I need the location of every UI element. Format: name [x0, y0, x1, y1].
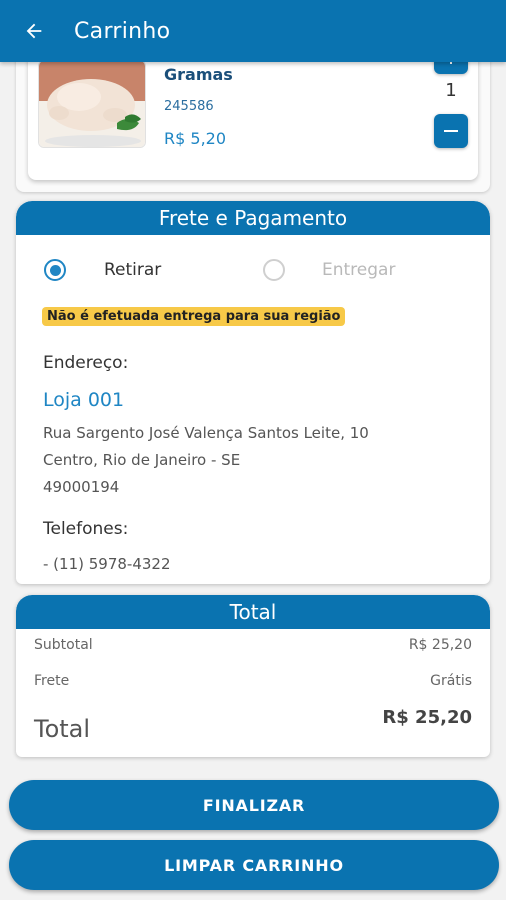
address-label: Endereço: — [43, 353, 129, 373]
delivery-warning-badge: Não é efetuada entrega para sua região — [42, 307, 346, 326]
delivery-options: Retirar Entregar — [44, 257, 464, 283]
pickup-label[interactable]: Retirar — [104, 260, 161, 280]
shipping-row: Frete Grátis — [34, 673, 472, 689]
address-city: Centro, Rio de Janeiro - SE — [43, 451, 241, 469]
address-zip: 49000194 — [43, 478, 120, 496]
phones-label: Telefones: — [43, 519, 129, 539]
clear-cart-button[interactable]: LIMPAR CARRINHO — [9, 840, 499, 890]
app-bar: Carrinho — [0, 0, 506, 62]
quantity-decrease-button[interactable] — [434, 114, 468, 148]
shipping-label: Frete — [34, 673, 70, 689]
product-price: R$ 5,20 — [164, 129, 227, 148]
finalize-button[interactable]: FINALIZAR — [9, 780, 499, 830]
total-header: Total — [16, 595, 490, 629]
quantity-value: 1 — [445, 80, 457, 101]
store-name: Loja 001 — [43, 389, 125, 411]
address-street: Rua Sargento José Valença Santos Leite, … — [43, 424, 369, 442]
grand-total-label: Total — [34, 715, 91, 743]
page-title: Carrinho — [74, 18, 171, 44]
subtotal-label: Subtotal — [34, 637, 93, 653]
product-image — [38, 60, 146, 148]
total-section: Total Subtotal R$ 25,20 Frete Grátis Tot… — [16, 595, 490, 757]
shipping-value: Grátis — [430, 673, 472, 689]
shipping-payment-section: Frete e Pagamento Retirar Entregar Não é… — [16, 201, 490, 584]
back-button[interactable] — [14, 11, 54, 51]
arrow-left-icon — [26, 23, 42, 39]
grand-total-value: R$ 25,20 — [382, 707, 472, 728]
subtotal-row: Subtotal R$ 25,20 — [34, 637, 472, 653]
subtotal-value: R$ 25,20 — [408, 637, 472, 653]
phone-number: - (11) 5978-4322 — [43, 555, 171, 573]
delivery-label[interactable]: Entregar — [322, 260, 395, 280]
product-code: 245586 — [164, 99, 214, 114]
delivery-radio[interactable] — [263, 259, 285, 281]
minus-icon — [444, 130, 458, 132]
pickup-radio[interactable] — [44, 259, 66, 281]
shipping-payment-header: Frete e Pagamento — [16, 201, 490, 235]
